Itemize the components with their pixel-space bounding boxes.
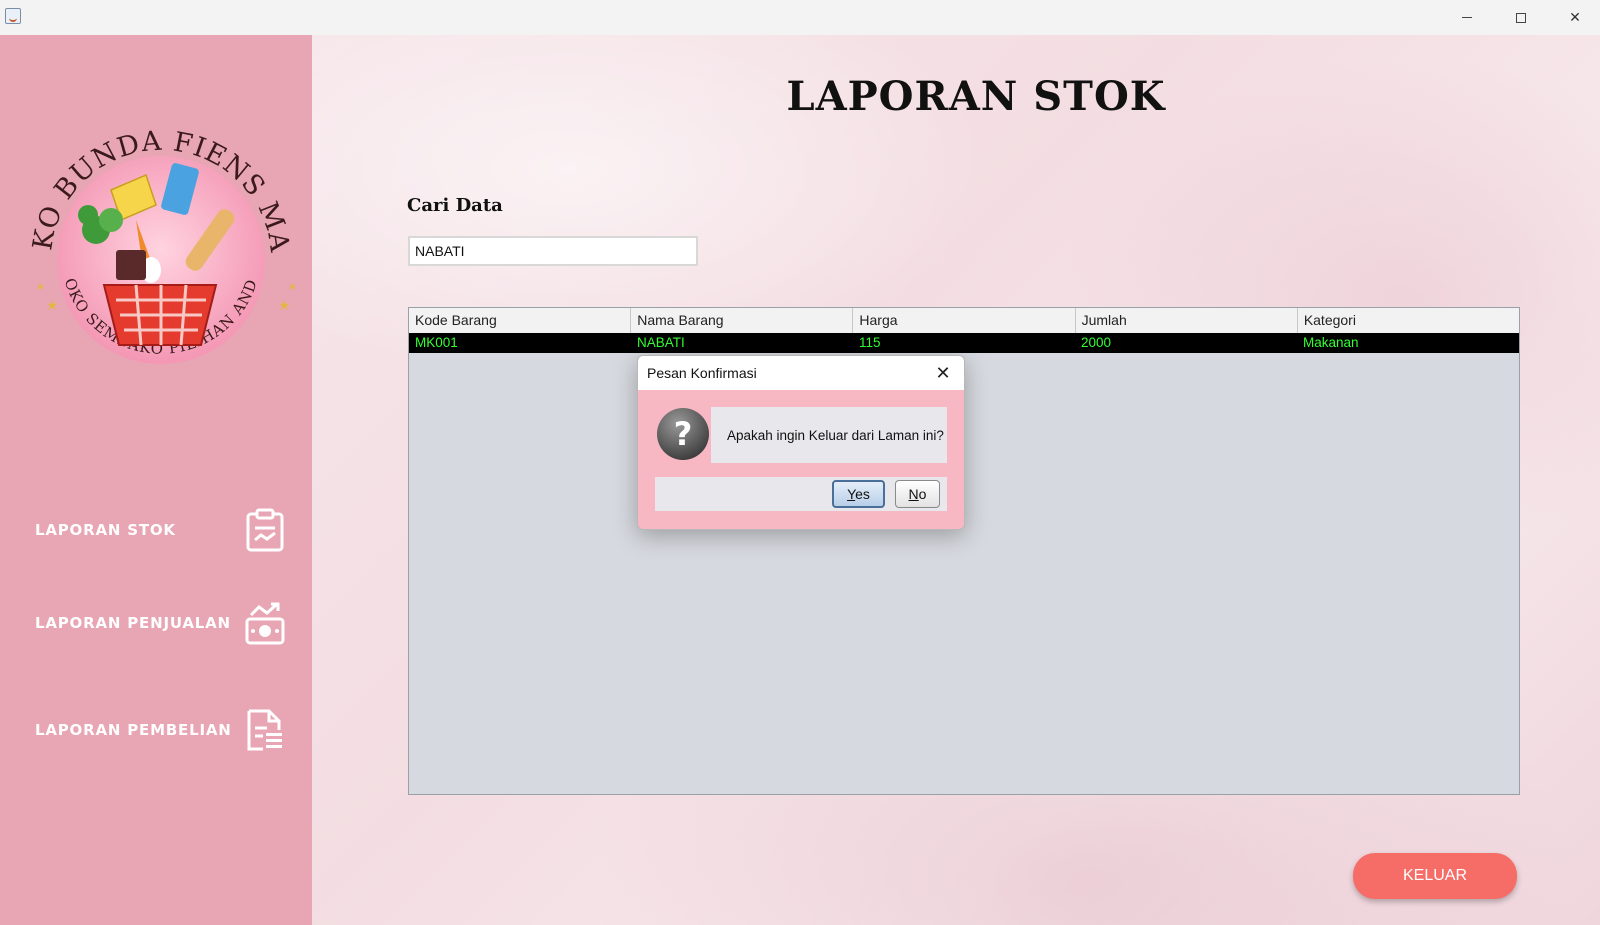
page-title: LAPORAN STOK	[786, 73, 1166, 120]
column-header-jumlah[interactable]: Jumlah	[1076, 308, 1298, 333]
minimize-button[interactable]	[1444, 0, 1490, 35]
dialog-close-button[interactable]: ✕	[930, 360, 956, 386]
svg-text:★: ★	[288, 282, 297, 293]
search-input[interactable]	[408, 236, 698, 266]
svg-text:★: ★	[46, 297, 59, 313]
no-mnemonic: N	[908, 486, 919, 502]
dialog-title: Pesan Konfirmasi	[647, 365, 757, 381]
dialog-message: Apakah ingin Keluar dari Laman ini?	[727, 427, 944, 443]
minimize-icon	[1462, 17, 1472, 18]
java-app-icon	[5, 8, 21, 24]
table-cell: NABATI	[637, 335, 685, 350]
no-button[interactable]: No	[895, 480, 940, 508]
yes-button[interactable]: Yes	[832, 480, 885, 508]
table-cell: 115	[859, 335, 881, 350]
column-header-nama-barang[interactable]: Nama Barang	[631, 308, 854, 333]
keluar-button[interactable]: KELUAR	[1353, 853, 1517, 899]
confirmation-dialog: Pesan Konfirmasi ✕ ? Apakah ingin Keluar…	[637, 355, 965, 530]
sidebar-item-laporan-pembelian[interactable]: LAPORAN PEMBELIAN	[35, 705, 285, 755]
window-close-button[interactable]: ✕	[1552, 0, 1598, 35]
window-titlebar: ✕	[0, 0, 1600, 35]
document-list-icon	[247, 709, 282, 751]
column-header-kategori[interactable]: Kategori	[1298, 308, 1519, 333]
table-cell: Makanan	[1303, 335, 1359, 350]
no-label-rest: o	[918, 486, 927, 502]
question-icon: ?	[657, 408, 709, 460]
dialog-message-area: Apakah ingin Keluar dari Laman ini?	[711, 407, 947, 463]
sidebar-item-label: LAPORAN PENJUALAN	[35, 614, 231, 632]
maximize-button[interactable]	[1498, 0, 1544, 35]
dialog-button-bar: Yes No	[655, 477, 947, 511]
sidebar: TOKO BUNDA FIENS MART TOKO SEMBAKO PILIH…	[0, 35, 312, 925]
column-header-kode-barang[interactable]: Kode Barang	[409, 308, 632, 333]
yes-label-rest: es	[855, 486, 870, 502]
yes-mnemonic: Y	[847, 486, 856, 502]
table-row[interactable]: MK001 NABATI 115 2000 Makanan	[409, 333, 1519, 353]
svg-text:★: ★	[36, 282, 45, 293]
search-label: Cari Data	[407, 195, 503, 216]
close-icon: ✕	[935, 362, 951, 383]
sidebar-item-label: LAPORAN STOK	[35, 521, 176, 539]
store-logo: TOKO BUNDA FIENS MART TOKO SEMBAKO PILIH…	[16, 110, 297, 364]
money-chart-icon	[245, 602, 285, 645]
clipboard-icon	[246, 508, 284, 552]
table-header: Kode Barang Nama Barang Harga Jumlah Kat…	[409, 308, 1519, 334]
dialog-titlebar: Pesan Konfirmasi ✕	[638, 356, 964, 390]
sidebar-item-laporan-penjualan[interactable]: LAPORAN PENJUALAN	[35, 598, 285, 648]
sidebar-item-label: LAPORAN PEMBELIAN	[35, 721, 232, 739]
table-cell: 2000	[1081, 335, 1112, 350]
close-icon: ✕	[1569, 9, 1581, 25]
sidebar-item-laporan-stok[interactable]: LAPORAN STOK	[35, 505, 285, 555]
column-header-harga[interactable]: Harga	[853, 308, 1076, 333]
svg-text:★: ★	[278, 297, 291, 313]
maximize-icon	[1516, 12, 1526, 23]
table-cell: MK001	[415, 335, 458, 350]
svg-text:?: ?	[674, 415, 693, 453]
